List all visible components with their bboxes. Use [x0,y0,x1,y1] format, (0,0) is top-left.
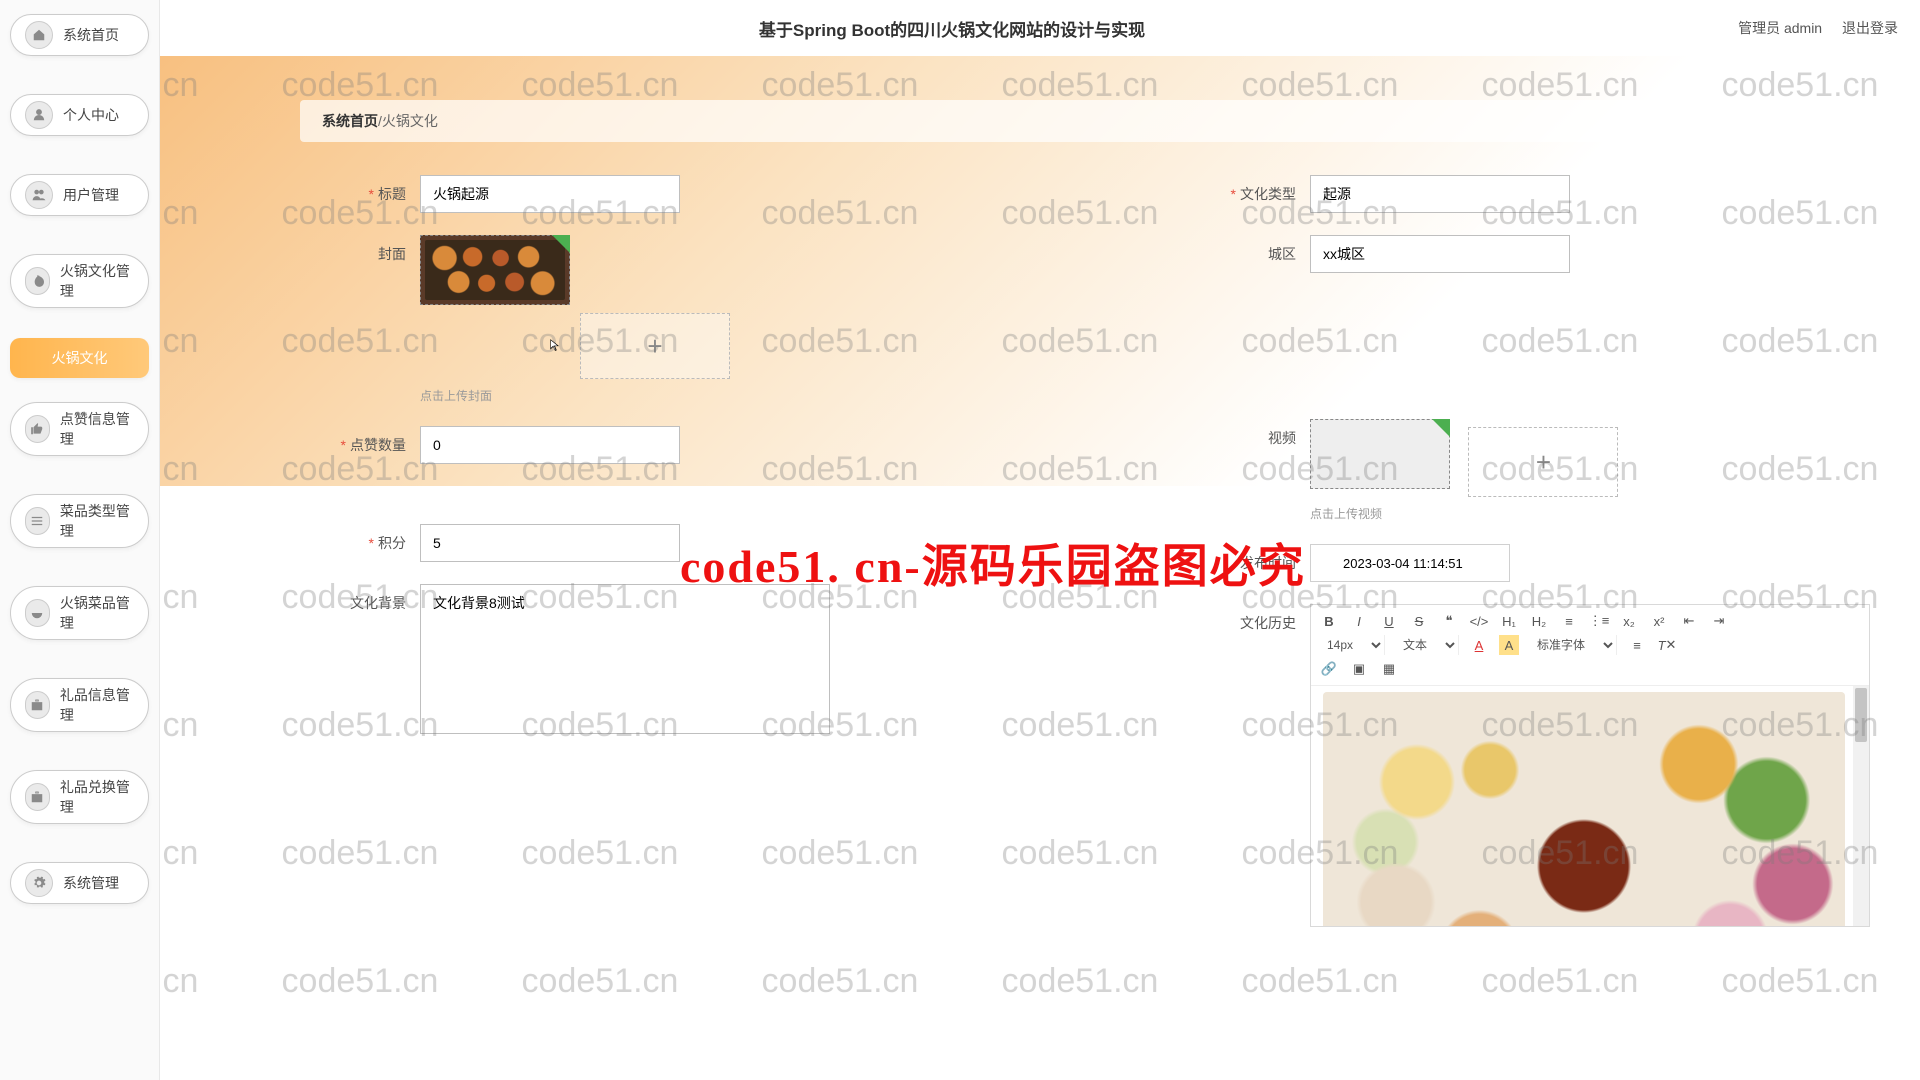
sidebar-item-label: 菜品类型管理 [60,501,134,541]
sidebar-item-label: 点赞信息管理 [60,409,134,449]
sidebar: 系统首页个人中心用户管理火锅文化管理火锅文化点赞信息管理菜品类型管理火锅菜品管理… [0,0,160,1080]
likes-input[interactable] [420,426,680,464]
bowl-icon [25,599,50,627]
users-icon [25,181,53,209]
sidebar-item-4[interactable]: 火锅文化 [10,338,149,378]
label-points: 积分 [220,524,420,553]
page-title: 基于Spring Boot的四川火锅文化网站的设计与实现 [182,16,1722,41]
clear-icon[interactable]: T✕ [1657,635,1677,655]
title-input[interactable] [420,175,680,213]
align-icon[interactable]: ≡ [1627,635,1647,655]
logout-link[interactable]: 退出登录 [1842,20,1898,36]
bg-textarea[interactable]: 文化背景8测试 [420,584,830,734]
label-history: 文化历史 [1110,604,1310,633]
type-input[interactable] [1310,175,1570,213]
video-hint: 点击上传视频 [1310,505,1618,522]
district-input[interactable] [1310,235,1570,273]
fontsize-select[interactable]: 14px [1319,635,1385,655]
code-icon[interactable]: </> [1469,611,1489,631]
publish-input[interactable] [1310,544,1510,582]
sidebar-item-6[interactable]: 菜品类型管理 [10,494,149,548]
image-icon[interactable]: ▣ [1349,659,1369,679]
topbar: 基于Spring Boot的四川火锅文化网站的设计与实现 管理员 admin 退… [160,0,1920,56]
breadcrumb: 系统首页 / 火锅文化 [300,100,1820,142]
sidebar-item-label: 礼品信息管理 [60,685,134,725]
points-input[interactable] [420,524,680,562]
sidebar-item-3[interactable]: 火锅文化管理 [10,254,149,308]
user-icon [25,101,53,129]
sidebar-item-label: 用户管理 [63,185,119,205]
breadcrumb-root[interactable]: 系统首页 [322,111,378,131]
sidebar-item-7[interactable]: 火锅菜品管理 [10,586,149,640]
ul-icon[interactable]: ⋮≡ [1589,611,1609,631]
sidebar-item-label: 火锅文化管理 [60,261,134,301]
label-title: 标题 [220,175,420,204]
sup-icon[interactable]: x² [1649,611,1669,631]
h1-icon[interactable]: H₁ [1499,611,1519,631]
sub-icon[interactable]: x₂ [1619,611,1639,631]
list-icon [25,507,50,535]
italic-icon[interactable]: I [1349,611,1369,631]
label-district: 城区 [1110,235,1310,264]
block-select[interactable]: 文本 [1395,635,1459,655]
label-bg: 文化背景 [220,584,420,613]
gift-icon [25,691,50,719]
history-editor: B I U S ❝ </> H₁ H₂ ≡ ⋮≡ x₂ [1310,604,1870,927]
h2-icon[interactable]: H₂ [1529,611,1549,631]
cover-thumbnail[interactable] [420,235,570,305]
label-video: 视频 [1110,419,1310,448]
like-icon [25,415,50,443]
sidebar-item-10[interactable]: 系统管理 [10,862,149,904]
sidebar-item-label: 系统首页 [63,25,119,45]
video-upload[interactable]: + [1468,427,1618,497]
indent-icon[interactable]: ⇥ [1709,611,1729,631]
home-icon [25,21,53,49]
video2-icon[interactable]: ▦ [1379,659,1399,679]
label-cover: 封面 [220,235,420,264]
sidebar-item-5[interactable]: 点赞信息管理 [10,402,149,456]
label-publish: 发布时间 [1110,544,1310,573]
color-icon[interactable]: A [1469,635,1489,655]
fire-icon [25,267,50,295]
editor-scrollbar[interactable] [1853,686,1869,926]
bgcolor-icon[interactable]: A [1499,635,1519,655]
strike-icon[interactable]: S [1409,611,1429,631]
cover-hint: 点击上传封面 [420,387,730,404]
sidebar-item-label: 火锅文化 [52,348,108,368]
sidebar-item-9[interactable]: 礼品兑换管理 [10,770,149,824]
sidebar-item-label: 系统管理 [63,873,119,893]
sidebar-item-label: 火锅菜品管理 [60,593,134,633]
editor-body[interactable] [1311,686,1869,926]
sidebar-item-1[interactable]: 个人中心 [10,94,149,136]
underline-icon[interactable]: U [1379,611,1399,631]
cover-upload[interactable]: + [580,313,730,379]
sidebar-item-label: 个人中心 [63,105,119,125]
editor-toolbar: B I U S ❝ </> H₁ H₂ ≡ ⋮≡ x₂ [1311,605,1869,686]
bold-icon[interactable]: B [1319,611,1339,631]
sidebar-item-2[interactable]: 用户管理 [10,174,149,216]
form: 标题 封面 + 点击上传封面 点赞数量 积分 文化背景 [220,175,1880,949]
gear-icon [25,869,53,897]
gift-icon [25,783,50,811]
sidebar-item-label: 礼品兑换管理 [60,777,134,817]
quote-icon[interactable]: ❝ [1439,611,1459,631]
video-thumbnail[interactable] [1310,419,1450,489]
link-icon[interactable]: 🔗 [1319,659,1339,679]
label-likes: 点赞数量 [220,426,420,455]
sidebar-item-8[interactable]: 礼品信息管理 [10,678,149,732]
ol-icon[interactable]: ≡ [1559,611,1579,631]
font-select[interactable]: 标准字体 [1529,635,1617,655]
editor-image [1323,692,1845,926]
watermark-row: code51.cncode51.cncode51.cncode51.cncode… [0,962,1920,1001]
current-user[interactable]: 管理员 admin [1738,20,1822,36]
breadcrumb-current: 火锅文化 [382,111,438,131]
label-type: 文化类型 [1110,175,1310,204]
outdent-icon[interactable]: ⇤ [1679,611,1699,631]
sidebar-item-0[interactable]: 系统首页 [10,14,149,56]
